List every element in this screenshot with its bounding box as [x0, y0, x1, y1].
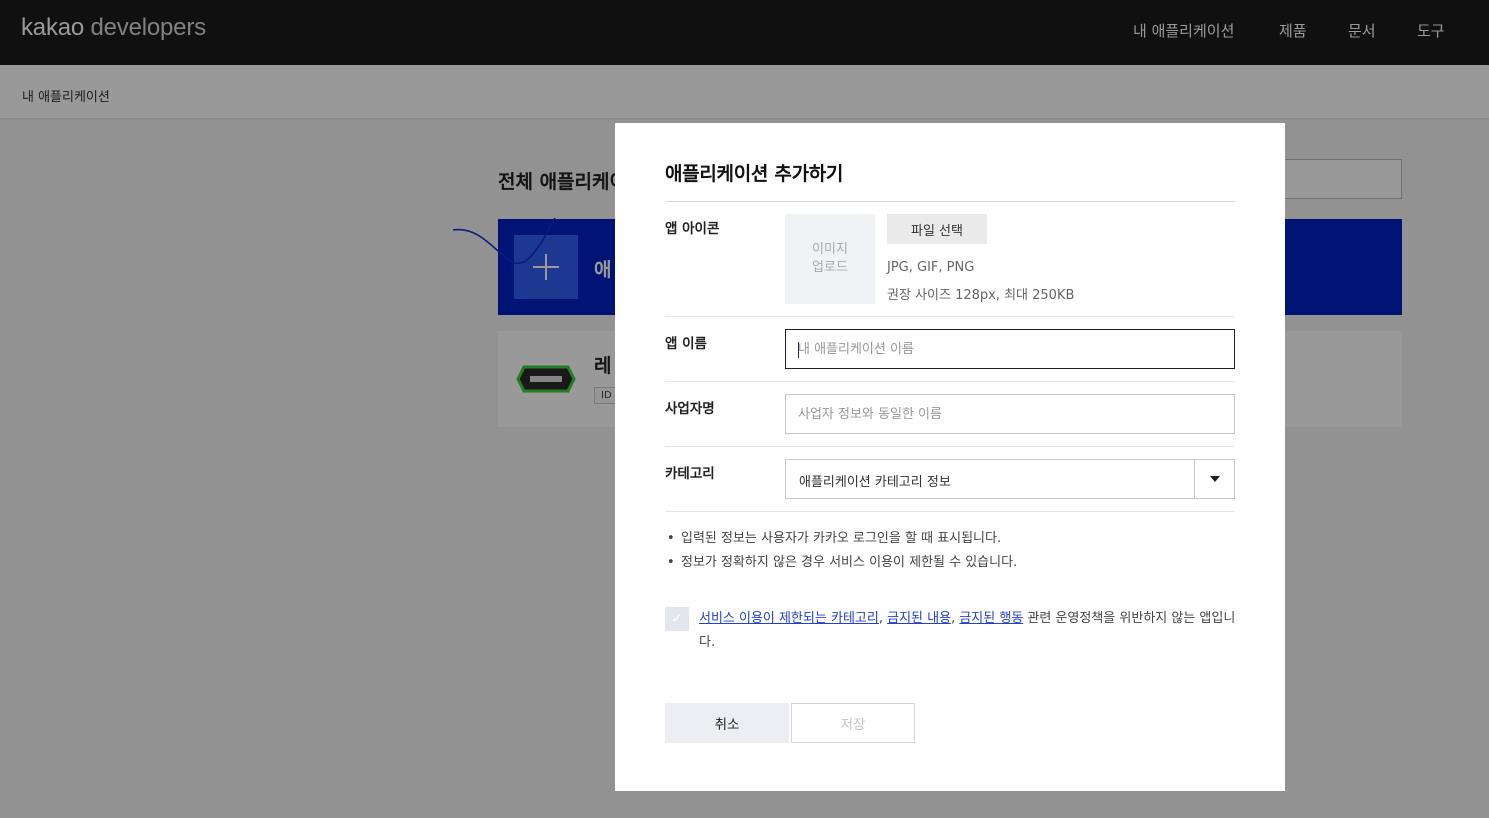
app-name-input[interactable]: [785, 329, 1235, 369]
caret-down-icon: [1209, 476, 1220, 482]
divider: [665, 381, 1235, 382]
company-name-input[interactable]: [785, 394, 1235, 434]
separator: ,: [878, 611, 883, 626]
bullet-icon: •: [667, 555, 675, 570]
notice-text: 입력된 정보는 사용자가 카카오 로그인을 할 때 표시됩니다.: [681, 531, 1002, 546]
file-formats-hint: JPG, GIF, PNG: [887, 260, 975, 275]
save-button[interactable]: 저장: [791, 703, 915, 743]
app-icon-label: 앱 아이콘: [665, 221, 720, 237]
dialog-title: 애플리케이션 추가하기: [665, 163, 844, 185]
cancel-button[interactable]: 취소: [665, 703, 789, 743]
check-icon: ✓: [671, 611, 683, 627]
policy-agree-text: 서비스 이용이 제한되는 카테고리, 금지된 내용, 금지된 행동 관련 운영정…: [699, 607, 1239, 655]
category-select[interactable]: 애플리케이션 카테고리 정보: [785, 459, 1235, 499]
dropdown-toggle[interactable]: [1194, 460, 1234, 498]
choose-file-button[interactable]: 파일 선택: [887, 214, 987, 244]
policy-agree-checkbox[interactable]: ✓: [665, 607, 689, 631]
app-name-label: 앱 이름: [665, 336, 707, 352]
prohibited-behavior-link[interactable]: 금지된 행동: [959, 611, 1023, 626]
prohibited-content-link[interactable]: 금지된 내용: [887, 611, 951, 626]
divider: [665, 316, 1235, 317]
image-upload-line1: 이미지: [812, 242, 848, 257]
text-caret: [798, 342, 799, 358]
image-upload-box[interactable]: 이미지 업로드: [785, 214, 875, 304]
image-upload-line2: 업로드: [812, 260, 848, 275]
notice-item: • 정보가 정확하지 않은 경우 서비스 이용이 제한될 수 있습니다.: [667, 551, 1017, 570]
file-size-hint: 권장 사이즈 128px, 최대 250KB: [887, 288, 1075, 303]
bullet-icon: •: [667, 531, 675, 546]
category-select-value: 애플리케이션 카테고리 정보: [799, 475, 951, 490]
divider: [665, 446, 1235, 447]
notice-text: 정보가 정확하지 않은 경우 서비스 이용이 제한될 수 있습니다.: [681, 555, 1018, 570]
separator: ,: [951, 611, 956, 626]
divider: [665, 511, 1235, 512]
category-label: 카테고리: [665, 466, 715, 482]
company-name-label: 사업자명: [665, 401, 715, 417]
restricted-category-link[interactable]: 서비스 이용이 제한되는 카테고리: [699, 611, 879, 626]
divider: [665, 201, 1235, 202]
notice-item: • 입력된 정보는 사용자가 카카오 로그인을 할 때 표시됩니다.: [667, 527, 1001, 546]
add-application-dialog: 애플리케이션 추가하기 앱 아이콘 이미지 업로드 파일 선택 JPG, GIF…: [615, 123, 1285, 791]
